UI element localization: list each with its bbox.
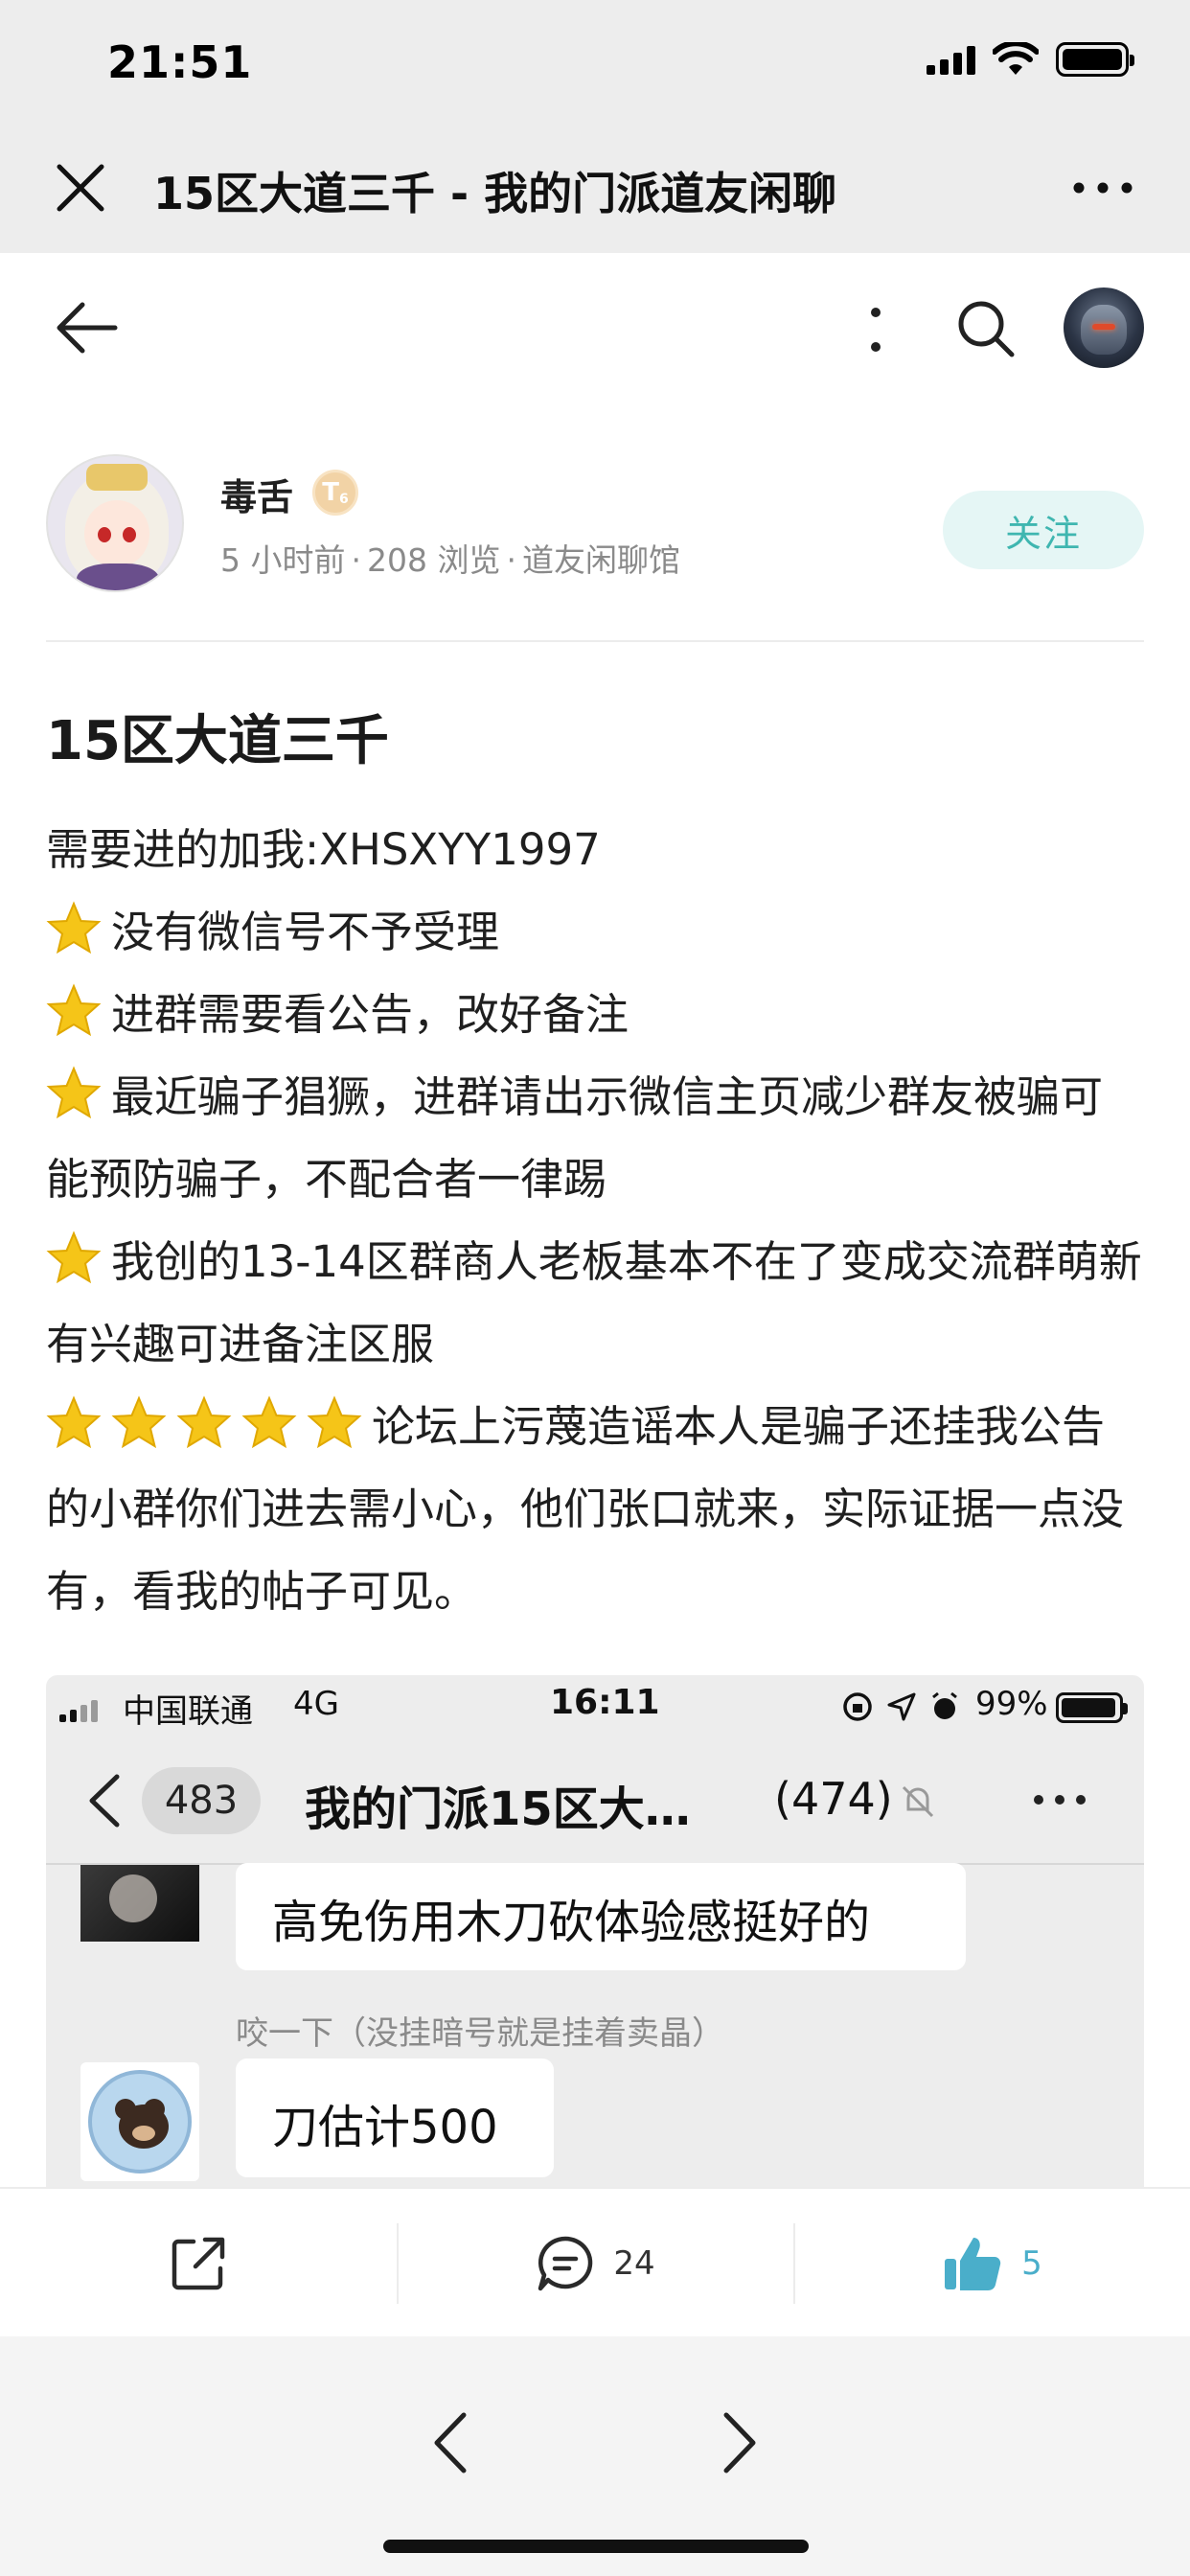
embedded-more-icon: [1034, 1795, 1086, 1805]
share-icon: [172, 2237, 225, 2290]
post-views: 208 浏览: [367, 541, 501, 579]
embedded-status-icons: [841, 1690, 960, 1723]
battery-icon: [1056, 42, 1134, 77]
post-page: 毒舌 T6 5 小时前 · 208 浏览 · 道友闲聊馆 关注 15区大道三千 需要进的…: [0, 253, 1190, 2187]
top-chrome: 21:51 15区大道三千 - 我的门派道友闲聊: [0, 0, 1190, 253]
rotation-lock-icon: [843, 1692, 872, 1721]
embedded-signal-icon: [59, 1700, 98, 1722]
like-button[interactable]: 5: [793, 2189, 1190, 2338]
current-user-avatar[interactable]: [1064, 288, 1144, 368]
level-badge-letter: T: [322, 478, 339, 507]
author-row: 毒舌 T6 5 小时前 · 208 浏览 · 道友闲聊馆 关注: [46, 454, 1144, 598]
embedded-sender-avatar: [80, 1865, 199, 1942]
embedded-message-bubble: 高免伤用木刀砍体验感挺好的: [236, 1863, 966, 1970]
point-item: 没有微信号不予受理: [46, 891, 1144, 974]
next-page-icon[interactable]: [719, 2409, 763, 2476]
embedded-network: 4G: [293, 1685, 339, 1723]
more-icon[interactable]: [1069, 161, 1136, 215]
alarm-icon: [932, 1691, 957, 1719]
point-item: 最近骗子猖獗，进群请出示微信主页减少群友被骗可能预防骗子，不配合者一律踢: [46, 1056, 1144, 1221]
post-time: 5 小时前: [220, 541, 346, 579]
embedded-carrier: 中国联通: [123, 1692, 253, 1731]
warning-item: 论坛上污蔑造谣本人是骗子还挂我公告的小群你们进去需小心，他们张口就来，实际证据一…: [46, 1386, 1144, 1633]
embedded-battery-icon: [1056, 1692, 1128, 1723]
status-icons: [927, 42, 1134, 77]
home-indicator[interactable]: [383, 2540, 809, 2553]
comment-icon: [538, 2236, 593, 2291]
star-icon: [46, 1230, 102, 1284]
author-avatar[interactable]: [46, 454, 184, 592]
embedded-screenshot[interactable]: 中国联通 4G 16:11 99% 483 我的门派15区大… (474) 高免…: [46, 1675, 1144, 2187]
point-text: 没有微信号不予受理: [111, 907, 500, 957]
embedded-status-bar: 中国联通 4G 16:11 99%: [46, 1675, 1144, 1736]
action-bar: 24 5: [0, 2187, 1190, 2336]
point-text: 最近骗子猖獗，进群请出示微信主页减少群友被骗可能预防骗子，不配合者一律踢: [46, 1071, 1104, 1205]
embedded-time: 16:11: [550, 1683, 660, 1722]
star-icon: [46, 1395, 102, 1449]
contact-line: 需要进的加我:XHSXYY1997: [46, 824, 601, 875]
embedded-member-count: (474): [774, 1773, 893, 1825]
back-arrow-icon[interactable]: [56, 301, 119, 355]
mute-bell-icon: [902, 1785, 934, 1818]
point-text: 我创的13-14区群商人老板基本不在了变成交流群萌新有兴趣可进备注区服: [46, 1236, 1142, 1369]
embedded-sender-name: 咬一下（没挂暗号就是挂着卖晶）: [236, 2014, 724, 2053]
comment-count: 24: [613, 2244, 655, 2283]
wifi-icon: [993, 42, 1039, 75]
point-text: 进群需要看公告，改好备注: [111, 989, 629, 1040]
browser-bottom-bar: [0, 2336, 1190, 2576]
embedded-message-bubble: 刀估计500: [236, 2058, 554, 2177]
cellular-signal-icon: [927, 44, 975, 75]
level-badge: T6: [312, 470, 358, 516]
embedded-battery-text: 99%: [975, 1685, 1048, 1723]
post-title: 15区大道三千: [46, 710, 389, 772]
star-icon: [241, 1395, 297, 1449]
post-toolbar: [0, 253, 1190, 397]
nav-title: 15区大道三千 - 我的门派道友闲聊: [153, 168, 837, 219]
star-icon: [307, 1395, 362, 1449]
location-icon: [887, 1692, 916, 1721]
vertical-more-icon[interactable]: [857, 303, 895, 356]
warning-stars: [46, 1395, 372, 1452]
thumbs-up-icon: [945, 2238, 1001, 2290]
embedded-chat-header: 483 我的门派15区大… (474): [46, 1736, 1144, 1865]
comment-button[interactable]: 24: [397, 2189, 793, 2338]
search-icon[interactable]: [954, 297, 1018, 360]
previous-page-icon[interactable]: [427, 2409, 471, 2476]
embedded-back-icon: [89, 1774, 120, 1828]
close-icon[interactable]: [54, 161, 107, 215]
embedded-chat-title: 我的门派15区大…: [305, 1782, 691, 1836]
post-meta: 5 小时前 · 208 浏览 · 道友闲聊馆: [220, 541, 680, 579]
level-badge-number: 6: [339, 492, 349, 507]
status-time: 21:51: [107, 36, 253, 88]
star-icon: [176, 1395, 232, 1449]
share-button[interactable]: [0, 2189, 397, 2338]
follow-button[interactable]: 关注: [943, 491, 1144, 569]
star-icon: [46, 1066, 102, 1119]
author-name[interactable]: 毒舌: [220, 468, 293, 520]
point-item: 进群需要看公告，改好备注: [46, 974, 1144, 1056]
divider: [46, 640, 1144, 642]
star-icon: [111, 1395, 167, 1449]
star-icon: [46, 983, 102, 1037]
star-icon: [46, 901, 102, 954]
like-count: 5: [1021, 2244, 1042, 2283]
embedded-bear-avatar: [80, 2062, 199, 2181]
point-item: 我创的13-14区群商人老板基本不在了变成交流群萌新有兴趣可进备注区服: [46, 1221, 1144, 1386]
post-board[interactable]: 道友闲聊馆: [522, 541, 680, 579]
post-body: 需要进的加我:XHSXYY1997 没有微信号不予受理 进群需要看公告，改好备注…: [46, 809, 1144, 1633]
embedded-unread-count: 483: [142, 1767, 261, 1834]
